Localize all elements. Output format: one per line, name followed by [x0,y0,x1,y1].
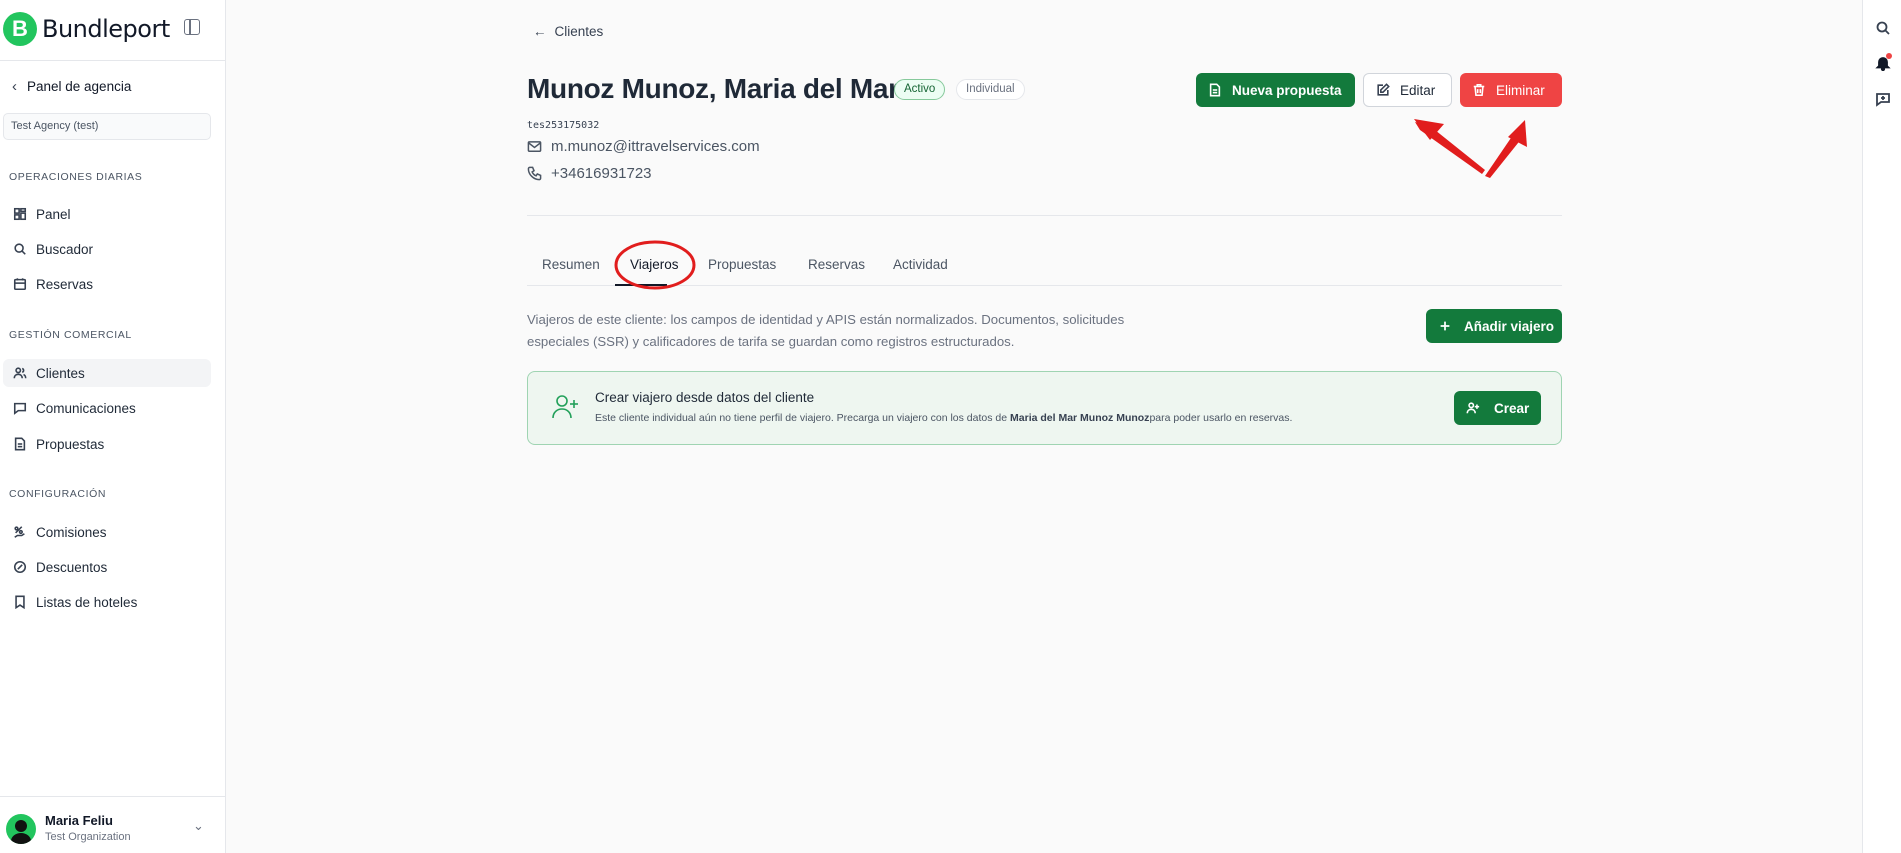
sidebar-item-propuestas[interactable]: Propuestas [3,430,211,458]
right-rail [1862,0,1901,853]
calendar-icon [13,278,27,291]
discount-icon [13,560,27,574]
phone-value: +34616931723 [551,165,652,182]
tab-propuestas[interactable]: Propuestas [708,257,776,272]
avatar [6,814,36,844]
document-icon [14,437,26,451]
bookmark-icon [15,595,25,609]
new-proposal-button[interactable]: Nueva propuesta [1196,73,1355,107]
arrow-to-edit [1414,119,1485,174]
card-text-name: Maria del Mar Munoz Munoz [1010,412,1150,424]
user-plus-icon [1466,402,1480,414]
edit-button[interactable]: Editar [1363,73,1452,107]
bundleport-logo: B [3,12,37,46]
user-plus-icon [550,392,580,422]
sidebar-item-descuentos[interactable]: Descuentos [3,553,211,581]
sidebar-item-buscador[interactable]: Buscador [3,235,211,263]
page-title: Munoz Munoz, Maria del Mar [527,73,899,104]
percent-hand-icon [14,526,25,538]
sidebar-item-label: Comunicaciones [36,400,136,416]
sidebar: B Bundleport ‹ Panel de agencia Test Age… [0,0,226,853]
notifications-bell-icon[interactable] [1875,53,1892,72]
tab-viajeros[interactable]: Viajeros [630,257,679,272]
client-email: m.munoz@ittravelservices.com [527,138,760,155]
card-text-after: para poder usarlo en reservas. [1149,412,1293,424]
sidebar-item-reservas[interactable]: Reservas [3,270,211,298]
status-badge: Activo [894,79,946,100]
sidebar-item-clientes[interactable]: Clientes [3,359,211,387]
sidebar-item-label: Panel [36,206,71,222]
section-title-daily-ops: OPERACIONES DIARIAS [9,171,143,183]
user-name: Maria Feliu [45,813,113,828]
card-text-before: Este cliente individual aún no tiene per… [595,412,1011,424]
edit-label: Editar [1400,82,1436,98]
plus-icon [1440,321,1450,331]
mail-icon [527,141,542,152]
user-menu[interactable]: Maria Feliu Test Organization ⌄ [0,796,226,853]
sidebar-item-comunicaciones[interactable]: Comunicaciones [3,394,211,422]
user-organization: Test Organization [45,831,131,843]
create-traveler-button[interactable]: Crear [1454,391,1541,425]
tab-reservas[interactable]: Reservas [808,257,865,272]
edit-icon [1377,83,1390,96]
sidebar-item-label: Clientes [36,365,85,381]
notification-dot [1886,53,1892,59]
arrow-left-icon: ← [533,24,547,39]
trash-icon [1473,83,1485,97]
tab-actividad[interactable]: Actividad [893,257,948,272]
brand-name: Bundleport [42,15,170,43]
travelers-description: Viajeros de este cliente: los campos de … [527,312,1125,349]
tab-resumen[interactable]: Resumen [542,257,600,272]
add-traveler-button[interactable]: Añadir viajero [1426,309,1562,343]
create-traveler-card: Crear viajero desde datos del cliente Es… [527,371,1562,445]
sidebar-item-label: Buscador [36,241,94,257]
rail-search-icon[interactable] [1875,20,1891,36]
delete-label: Eliminar [1496,82,1545,98]
client-type-badge: Individual [956,79,1025,100]
sidebar-item-panel[interactable]: Panel [3,200,211,228]
email-value: m.munoz@ittravelservices.com [551,138,760,155]
dashboard-icon [13,207,27,221]
agency-panel-label: Panel de agencia [27,79,132,94]
header-divider [527,215,1562,216]
brand-header: B Bundleport [0,0,226,61]
delete-button[interactable]: Eliminar [1460,73,1562,107]
document-icon [1209,83,1221,97]
card-title: Crear viajero desde datos del cliente [595,390,815,405]
tab-bar: Resumen Viajeros Propuestas Reservas Act… [527,254,1562,286]
chevron-down-icon: ⌄ [193,818,204,833]
phone-icon [527,166,542,181]
sidebar-item-label: Propuestas [36,436,105,452]
client-code: tes253175032 [527,120,600,131]
feedback-icon[interactable] [1875,91,1891,107]
sidebar-item-label: Reservas [36,276,94,292]
sidebar-item-label: Descuentos [36,559,108,575]
sidebar-item-label: Listas de hoteles [36,594,138,610]
search-icon [14,243,26,255]
users-icon [13,367,27,379]
back-link-label: Clientes [554,24,604,39]
chevron-left-icon: ‹ [12,78,17,95]
active-tab-indicator [615,284,667,286]
sidebar-toggle-icon[interactable] [184,19,200,35]
message-icon [13,402,27,415]
sidebar-item-label: Comisiones [36,524,107,540]
client-phone: +34616931723 [527,165,652,182]
sidebar-item-listas-hoteles[interactable]: Listas de hoteles [3,588,211,616]
agency-selector[interactable]: Test Agency (test) [3,113,211,140]
card-text: Este cliente individual aún no tiene per… [595,412,1292,424]
arrow-to-delete [1485,120,1527,178]
section-title-commercial: GESTIÓN COMERCIAL [9,329,132,341]
new-proposal-label: Nueva propuesta [1232,82,1342,98]
sidebar-item-comisiones[interactable]: Comisiones [3,518,211,546]
add-traveler-label: Añadir viajero [1464,318,1555,334]
create-label: Crear [1494,400,1530,416]
section-title-config: CONFIGURACIÓN [9,488,107,500]
agency-panel-back-link[interactable]: ‹ Panel de agencia [12,78,131,95]
back-to-clients-link[interactable]: ← Clientes [533,24,603,39]
